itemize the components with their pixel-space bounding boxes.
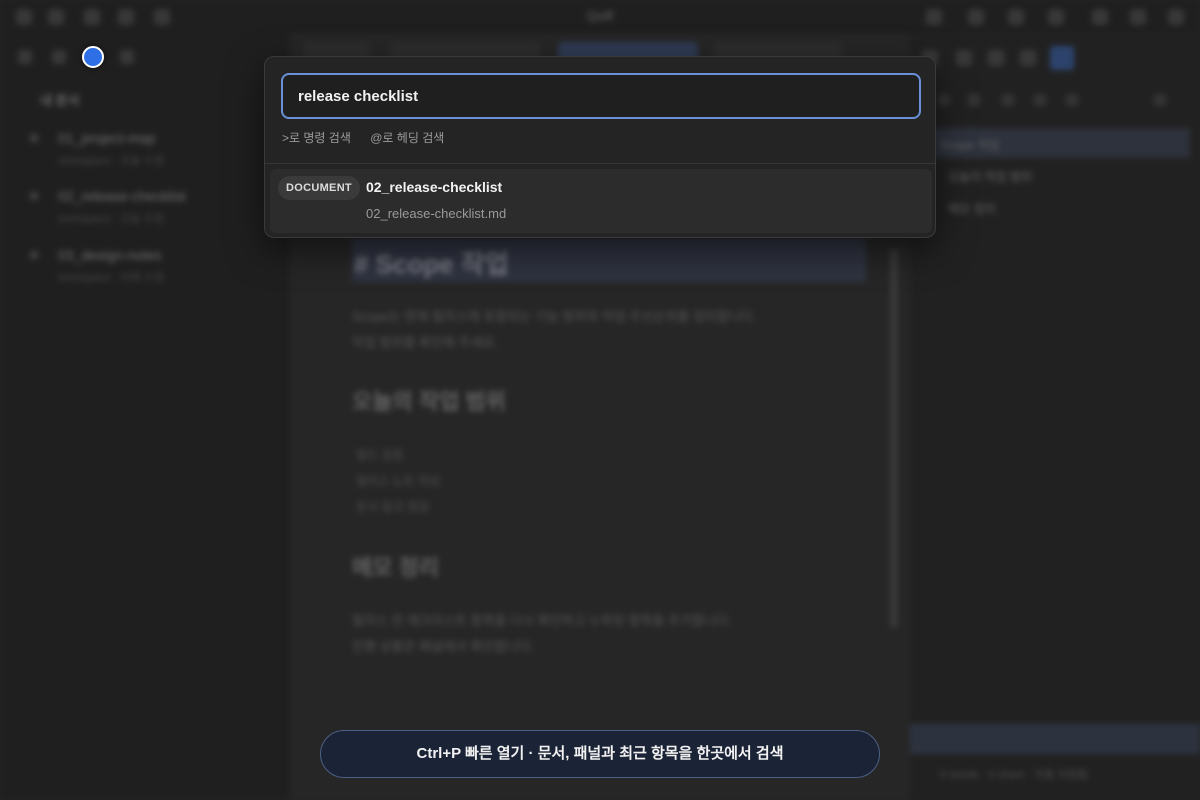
quick-open-search-input[interactable] (281, 73, 921, 119)
result-path: 02_release-checklist.md (366, 206, 507, 221)
divider (265, 163, 935, 164)
quick-open-palette: >로 명령 검색 @로 헤딩 검색 DOCUMENT 02_release-ch… (264, 56, 936, 238)
shortcut-toast: Ctrl+P 빠른 열기 · 문서, 패널과 최근 항목을 한곳에서 검색 (320, 730, 880, 778)
cursor-indicator (82, 46, 104, 68)
result-type-badge: DOCUMENT (278, 176, 360, 200)
search-result-item[interactable]: DOCUMENT 02_release-checklist 02_release… (270, 169, 932, 233)
search-hints: >로 명령 검색 @로 헤딩 검색 (282, 129, 460, 146)
result-title: 02_release-checklist (366, 179, 503, 195)
hint-headings: @로 헤딩 검색 (370, 131, 445, 145)
hint-commands: >로 명령 검색 (282, 131, 351, 145)
